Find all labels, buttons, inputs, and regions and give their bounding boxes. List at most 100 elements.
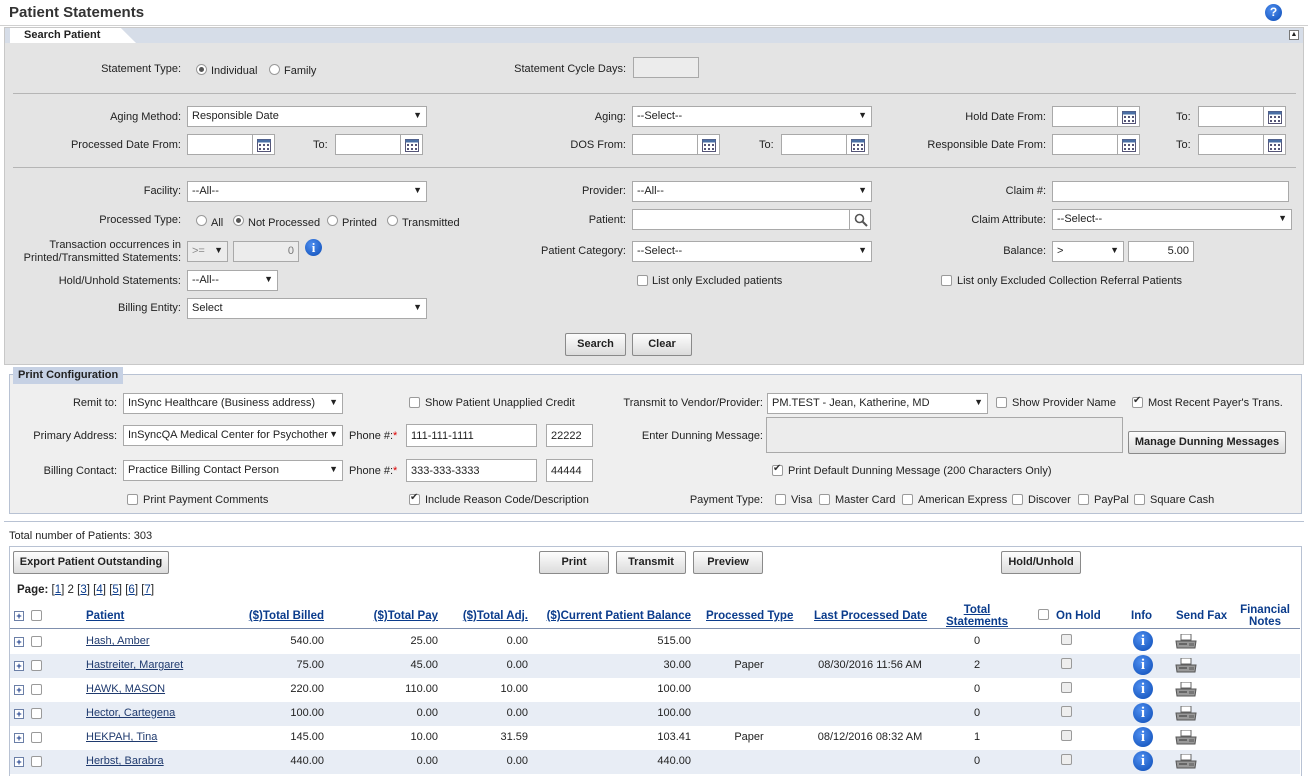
row-select-checkbox[interactable] xyxy=(31,708,42,719)
row-info-icon[interactable]: i xyxy=(1133,727,1153,747)
most-recent-payer-checkbox[interactable] xyxy=(1132,395,1143,408)
dos-from-input[interactable] xyxy=(632,134,698,155)
collapse-icon[interactable]: ▲ xyxy=(1289,30,1299,40)
row-patient-link[interactable]: Hector, Cartegena xyxy=(86,707,175,719)
hold-unhold-select[interactable]: --All-- ▼ xyxy=(187,270,278,291)
row-on-hold-checkbox[interactable] xyxy=(1061,754,1072,765)
fax-icon[interactable] xyxy=(1175,754,1197,770)
expand-row-icon[interactable]: + xyxy=(14,637,24,647)
transmit-vendor-select[interactable]: PM.TEST - Jean, Katherine, MD ▼ xyxy=(767,393,988,414)
hold-unhold-button[interactable]: Hold/Unhold xyxy=(1001,551,1081,574)
page-link-7[interactable]: [7] xyxy=(141,584,154,596)
print-button[interactable]: Print xyxy=(539,551,609,574)
col-total-statements[interactable]: Total Statements xyxy=(944,604,1010,628)
ext-input-1[interactable]: 22222 xyxy=(546,424,593,447)
payment-squarecash-checkbox[interactable] xyxy=(1134,494,1145,505)
row-select-checkbox[interactable] xyxy=(31,756,42,767)
col-patient[interactable]: Patient xyxy=(86,610,124,622)
clear-button[interactable]: Clear xyxy=(632,333,692,356)
print-default-dunning-checkbox[interactable] xyxy=(772,463,783,476)
hold-date-to-calendar[interactable] xyxy=(1264,106,1286,127)
row-info-icon[interactable]: i xyxy=(1133,751,1153,771)
include-reason-checkbox[interactable] xyxy=(409,492,420,505)
statement-cycle-days-input[interactable] xyxy=(633,57,699,78)
facility-select[interactable]: --All-- ▼ xyxy=(187,181,427,202)
payment-discover-checkbox[interactable] xyxy=(1012,494,1023,505)
fax-icon[interactable] xyxy=(1175,706,1197,722)
page-link-1[interactable]: [1] xyxy=(52,584,65,596)
processed-type-printed-radio[interactable] xyxy=(327,215,338,226)
list-excluded-collection-checkbox[interactable] xyxy=(941,275,952,286)
fax-icon[interactable] xyxy=(1175,634,1197,650)
row-info-icon[interactable]: i xyxy=(1133,631,1153,651)
help-icon[interactable]: ? xyxy=(1265,4,1282,21)
payment-mastercard-checkbox[interactable] xyxy=(819,494,830,505)
billing-entity-select[interactable]: Select ▼ xyxy=(187,298,427,319)
row-on-hold-checkbox[interactable] xyxy=(1061,634,1072,645)
transaction-operator-select[interactable]: >= ▼ xyxy=(187,241,228,262)
ext-input-2[interactable]: 44444 xyxy=(546,459,593,482)
export-outstanding-button[interactable]: Export Patient Outstanding xyxy=(13,551,169,574)
responsible-date-from-input[interactable] xyxy=(1052,134,1118,155)
page-link-3[interactable]: [3] xyxy=(77,584,90,596)
page-link-5[interactable]: [5] xyxy=(109,584,122,596)
balance-operator-select[interactable]: > ▼ xyxy=(1052,241,1124,262)
aging-method-select[interactable]: Responsible Date ▼ xyxy=(187,106,427,127)
row-info-icon[interactable]: i xyxy=(1133,679,1153,699)
row-select-checkbox[interactable] xyxy=(31,660,42,671)
row-select-checkbox[interactable] xyxy=(31,684,42,695)
col-total-adj[interactable]: ($)Total Adj. xyxy=(440,610,528,622)
dos-from-calendar[interactable] xyxy=(698,134,720,155)
payment-amex-checkbox[interactable] xyxy=(902,494,913,505)
on-hold-all-checkbox[interactable] xyxy=(1038,609,1049,620)
patient-search-button[interactable] xyxy=(849,209,871,230)
expand-row-icon[interactable]: + xyxy=(14,757,24,767)
claim-attribute-select[interactable]: --Select-- ▼ xyxy=(1052,209,1292,230)
manage-dunning-button[interactable]: Manage Dunning Messages xyxy=(1128,431,1286,454)
row-patient-link[interactable]: HEKPAH, Tina xyxy=(86,731,157,743)
claim-no-input[interactable] xyxy=(1052,181,1289,202)
preview-button[interactable]: Preview xyxy=(693,551,763,574)
primary-address-select[interactable]: InSyncQA Medical Center for Psychother ▼ xyxy=(123,425,343,446)
responsible-date-from-calendar[interactable] xyxy=(1118,134,1140,155)
provider-select[interactable]: --All-- ▼ xyxy=(632,181,872,202)
fax-icon[interactable] xyxy=(1175,658,1197,674)
row-on-hold-checkbox[interactable] xyxy=(1061,706,1072,717)
hold-date-from-input[interactable] xyxy=(1052,106,1118,127)
select-all-checkbox[interactable] xyxy=(31,610,42,621)
row-patient-link[interactable]: Herbst, Barabra xyxy=(86,755,164,767)
expand-row-icon[interactable]: + xyxy=(14,685,24,695)
processed-date-from-calendar[interactable] xyxy=(253,134,275,155)
row-on-hold-checkbox[interactable] xyxy=(1061,682,1072,693)
payment-paypal-checkbox[interactable] xyxy=(1078,494,1089,505)
page-link-6[interactable]: [6] xyxy=(125,584,138,596)
col-current-balance[interactable]: ($)Current Patient Balance xyxy=(530,610,691,622)
info-icon[interactable]: i xyxy=(305,239,322,256)
row-select-checkbox[interactable] xyxy=(31,636,42,647)
aging-select[interactable]: --Select-- ▼ xyxy=(632,106,872,127)
processed-type-all-radio[interactable] xyxy=(196,215,207,226)
row-info-icon[interactable]: i xyxy=(1133,655,1153,675)
statement-type-individual-radio[interactable] xyxy=(196,64,207,75)
tab-search-patient[interactable]: Search Patient xyxy=(10,28,136,43)
row-select-checkbox[interactable] xyxy=(31,732,42,743)
row-patient-link[interactable]: Hastreiter, Margaret xyxy=(86,659,183,671)
balance-input[interactable]: 5.00 xyxy=(1128,241,1194,262)
statement-type-family-radio[interactable] xyxy=(269,64,280,75)
fax-icon[interactable] xyxy=(1175,730,1197,746)
expand-row-icon[interactable]: + xyxy=(14,709,24,719)
row-on-hold-checkbox[interactable] xyxy=(1061,658,1072,669)
col-total-pay[interactable]: ($)Total Pay xyxy=(348,610,438,622)
billing-contact-select[interactable]: Practice Billing Contact Person ▼ xyxy=(123,460,343,481)
hold-date-to-input[interactable] xyxy=(1198,106,1264,127)
print-payment-comments-checkbox[interactable] xyxy=(127,494,138,505)
transaction-count-input[interactable]: 0 xyxy=(233,241,299,262)
patient-search-input[interactable] xyxy=(632,209,850,230)
row-patient-link[interactable]: HAWK, MASON xyxy=(86,683,165,695)
col-total-billed[interactable]: ($)Total Billed xyxy=(224,610,324,622)
col-processed-type[interactable]: Processed Type xyxy=(706,610,793,622)
page-link-4[interactable]: [4] xyxy=(93,584,106,596)
row-patient-link[interactable]: Hash, Amber xyxy=(86,635,150,647)
dos-to-calendar[interactable] xyxy=(847,134,869,155)
transmit-button[interactable]: Transmit xyxy=(616,551,686,574)
